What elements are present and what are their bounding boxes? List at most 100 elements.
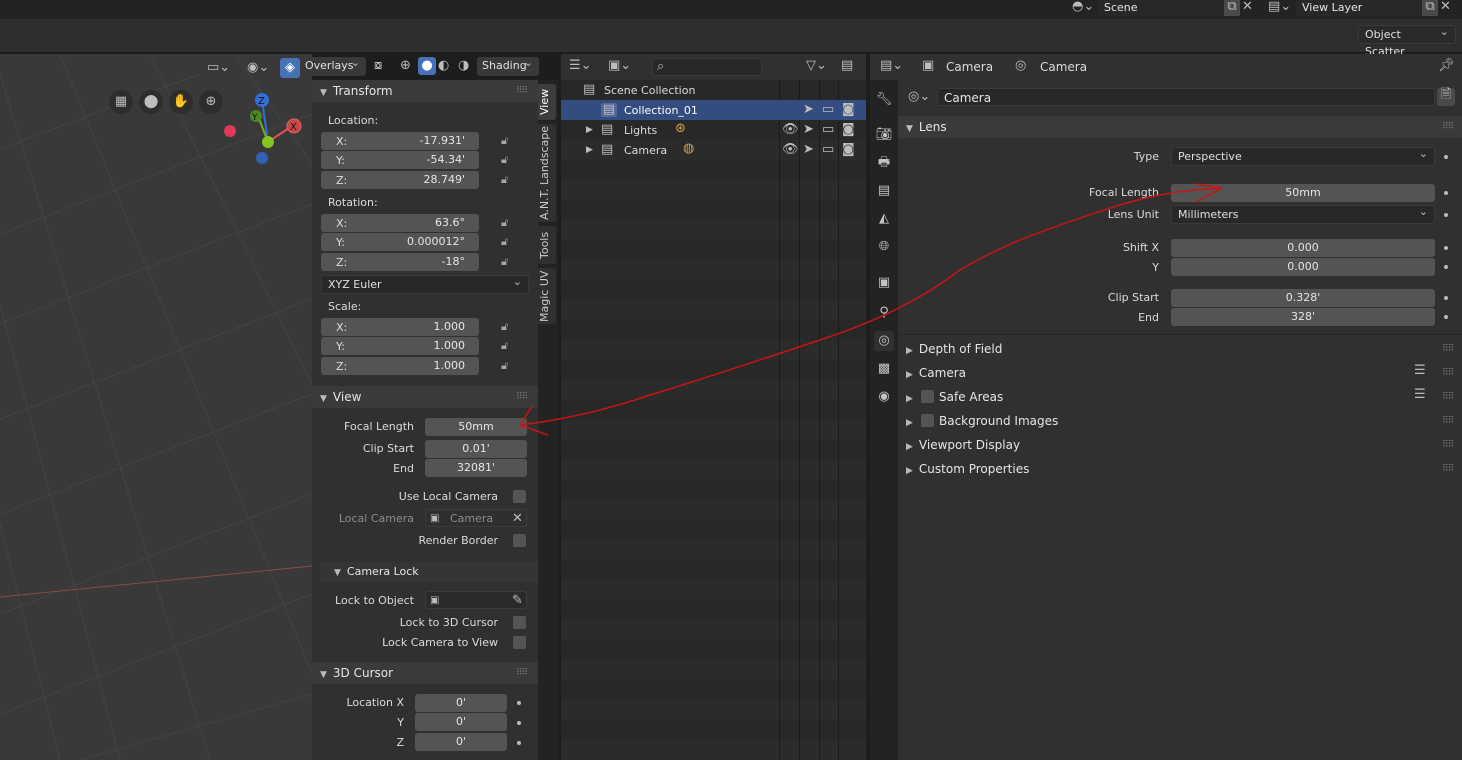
view-clip-start-field[interactable]: 0.01' [425,440,527,458]
view-layer-tab-icon[interactable]: ▤ [874,181,894,201]
pin-icon[interactable]: 📌︎ [1438,59,1455,73]
material-shading-icon[interactable]: ◐ [438,59,449,73]
lock-icon[interactable]: 🔓︎ [501,339,513,352]
select-arrow-icon[interactable]: ➤ [803,143,814,157]
physics-tab-icon[interactable]: ◉ [874,387,894,407]
viewport-display-section[interactable]: ▶ Viewport Display [906,438,1020,452]
drag-handle-icon[interactable]: ⠿⠿ [1442,464,1454,474]
lock-to-3d-cursor-checkbox[interactable] [513,616,526,629]
tab-ant-landscape[interactable]: A.N.T. Landscape [538,124,556,222]
drag-handle-icon[interactable]: ⠿⠿ [516,392,528,402]
lens-clip-end-field[interactable]: 328' [1171,308,1435,326]
drag-handle-icon[interactable]: ⠿⠿ [1442,368,1454,378]
keyframe-dot-icon[interactable] [517,741,521,745]
drag-handle-icon[interactable]: ⠿⠿ [1442,392,1454,402]
camera-data-icon[interactable]: ◎⌄ [908,90,930,104]
use-local-camera-checkbox[interactable] [513,490,526,503]
safe-areas-section[interactable]: ▶ [906,390,919,404]
texture-tab-icon[interactable]: ▩ [874,359,894,379]
cursor-z-field[interactable]: 0' [415,733,507,751]
gizmo-toggle-icon[interactable]: ◈ [280,58,300,78]
tool-tab-icon[interactable]: 🔧︎ [874,90,894,110]
background-images-checkbox[interactable] [921,414,934,427]
lens-focal-length-field[interactable]: 50mm [1171,184,1435,202]
overlays-dropdown[interactable]: Overlays [300,54,366,76]
shading-dropdown[interactable]: Shading [477,54,539,76]
cursor-x-field[interactable]: 0' [415,694,507,712]
drag-handle-icon[interactable]: ⠿⠿ [1442,122,1454,132]
shift-y-field[interactable]: 0.000 [1171,258,1435,276]
zoom-icon[interactable]: ⊕ [199,90,223,114]
keyframe-dot-icon[interactable] [517,701,521,705]
shift-x-field[interactable]: 0.000 [1171,239,1435,257]
camera-data-tab-icon[interactable]: ◎ [874,331,894,351]
3d-viewport[interactable]: ▭⌄ ◉⌄ ◈ ▦ ⬤ ✋ ⊕ Z X Y [0,54,312,760]
world-tab-icon[interactable]: 🌐︎ [874,237,894,257]
lock-icon[interactable]: 🔓︎ [501,235,513,248]
drag-handle-icon[interactable]: ⠿⠿ [1442,416,1454,426]
new-collection-icon[interactable]: ▤ [841,59,853,73]
camera-view-icon[interactable]: ⬤ [139,90,163,114]
outliner-row-camera[interactable]: ▶ ▤ Camera ◍ 👁︎ ➤ ▭ ◙ [561,140,866,160]
keyframe-dot-icon[interactable] [1444,155,1448,159]
drag-handle-icon[interactable]: ⠿⠿ [1442,440,1454,450]
keyframe-dot-icon[interactable] [1444,213,1448,217]
view-object-types-icon[interactable]: ▭⌄ [207,61,230,75]
lens-unit-dropdown[interactable]: Millimeters [1171,203,1435,224]
outliner-editor-type-icon[interactable]: ☰⌄ [569,59,592,73]
lock-icon[interactable]: 🔓︎ [501,320,513,333]
lock-icon[interactable]: 🔓︎ [501,134,513,147]
axis-gizmo[interactable]: Z X Y [222,90,302,170]
camera-section[interactable]: ▶ Camera [906,366,966,380]
tab-magic-uv[interactable]: Magic UV [538,268,556,324]
keyframe-dot-icon[interactable] [1444,265,1448,269]
scene-name-field[interactable]: Scene [1098,0,1236,16]
keyframe-dot-icon[interactable] [1444,246,1448,250]
view-layer-name-field[interactable]: View Layer [1296,0,1424,16]
expand-arrow-icon[interactable]: ▶ [586,143,593,157]
clear-icon[interactable]: ✕ [512,512,523,526]
lock-icon[interactable]: 🔓︎ [501,359,513,372]
eye-icon[interactable]: 👁︎ [782,123,799,137]
outliner-row-lights[interactable]: ▶ ▤ Lights ⊛ 👁︎ ➤ ▭ ◙ [561,120,866,140]
properties-editor-type-icon[interactable]: ▤⌄ [880,59,903,73]
scene-selector[interactable]: ◓⌄ Scene ⧉ ✕ [1068,0,1264,16]
lens-panel-header[interactable] [898,116,1462,138]
cursor-y-field[interactable]: 0' [415,713,507,731]
lock-icon[interactable]: 🔓︎ [501,216,513,229]
scene-tab-icon[interactable]: ◭ [874,209,894,229]
view-clip-end-field[interactable]: 32081' [425,459,527,477]
solid-shading-icon[interactable]: ● [418,57,436,75]
object-scatter-dropdown[interactable]: Object Scatter [1358,23,1456,58]
render-camera-icon[interactable]: ◙ [842,103,855,117]
monitor-icon[interactable]: ▭ [822,103,834,117]
keyframe-dot-icon[interactable] [1444,191,1448,195]
eyedropper-icon[interactable]: ✎ [512,594,523,608]
camera-datablock-field[interactable]: Camera [937,88,1435,106]
outliner-row-collection-01[interactable]: ▤ Collection_01 ➤ ▭ ◙ [561,100,866,120]
close-icon[interactable]: ✕ [1440,0,1451,14]
output-tab-icon[interactable]: 🖶︎ [874,153,894,173]
wireframe-shading-icon[interactable]: ⊕ [400,59,411,73]
outliner-search-input[interactable]: ⌕ [652,58,762,76]
drag-handle-icon[interactable]: ⠿⠿ [516,668,528,678]
copy-icon[interactable]: ⧉ [1422,0,1438,16]
lock-icon[interactable]: 🔓︎ [501,255,513,268]
rendered-shading-icon[interactable]: ◑ [458,59,469,73]
lock-camera-to-view-checkbox[interactable] [513,636,526,649]
keyframe-dot-icon[interactable] [1444,296,1448,300]
custom-properties-section[interactable]: ▶ Custom Properties [906,462,1029,476]
display-mode-icon[interactable]: ▣⌄ [608,59,631,73]
select-arrow-icon[interactable]: ➤ [803,123,814,137]
xray-icon[interactable]: ⧇ [374,59,382,73]
lock-icon[interactable]: 🔓︎ [501,173,513,186]
presets-list-icon[interactable]: ☰ [1414,388,1426,402]
lens-type-dropdown[interactable]: Perspective [1171,145,1435,166]
render-camera-icon[interactable]: ◙ [842,143,855,157]
keyframe-dot-icon[interactable] [1444,315,1448,319]
visibility-selectability-icon[interactable]: ◉⌄ [247,61,269,75]
constraints-tab-icon[interactable]: ⚲ [874,303,894,323]
monitor-icon[interactable]: ▭ [822,123,834,137]
lock-to-object-field[interactable]: ▣ ✎ [425,591,527,609]
fake-user-icon[interactable]: 🗎︎ [1437,88,1455,106]
